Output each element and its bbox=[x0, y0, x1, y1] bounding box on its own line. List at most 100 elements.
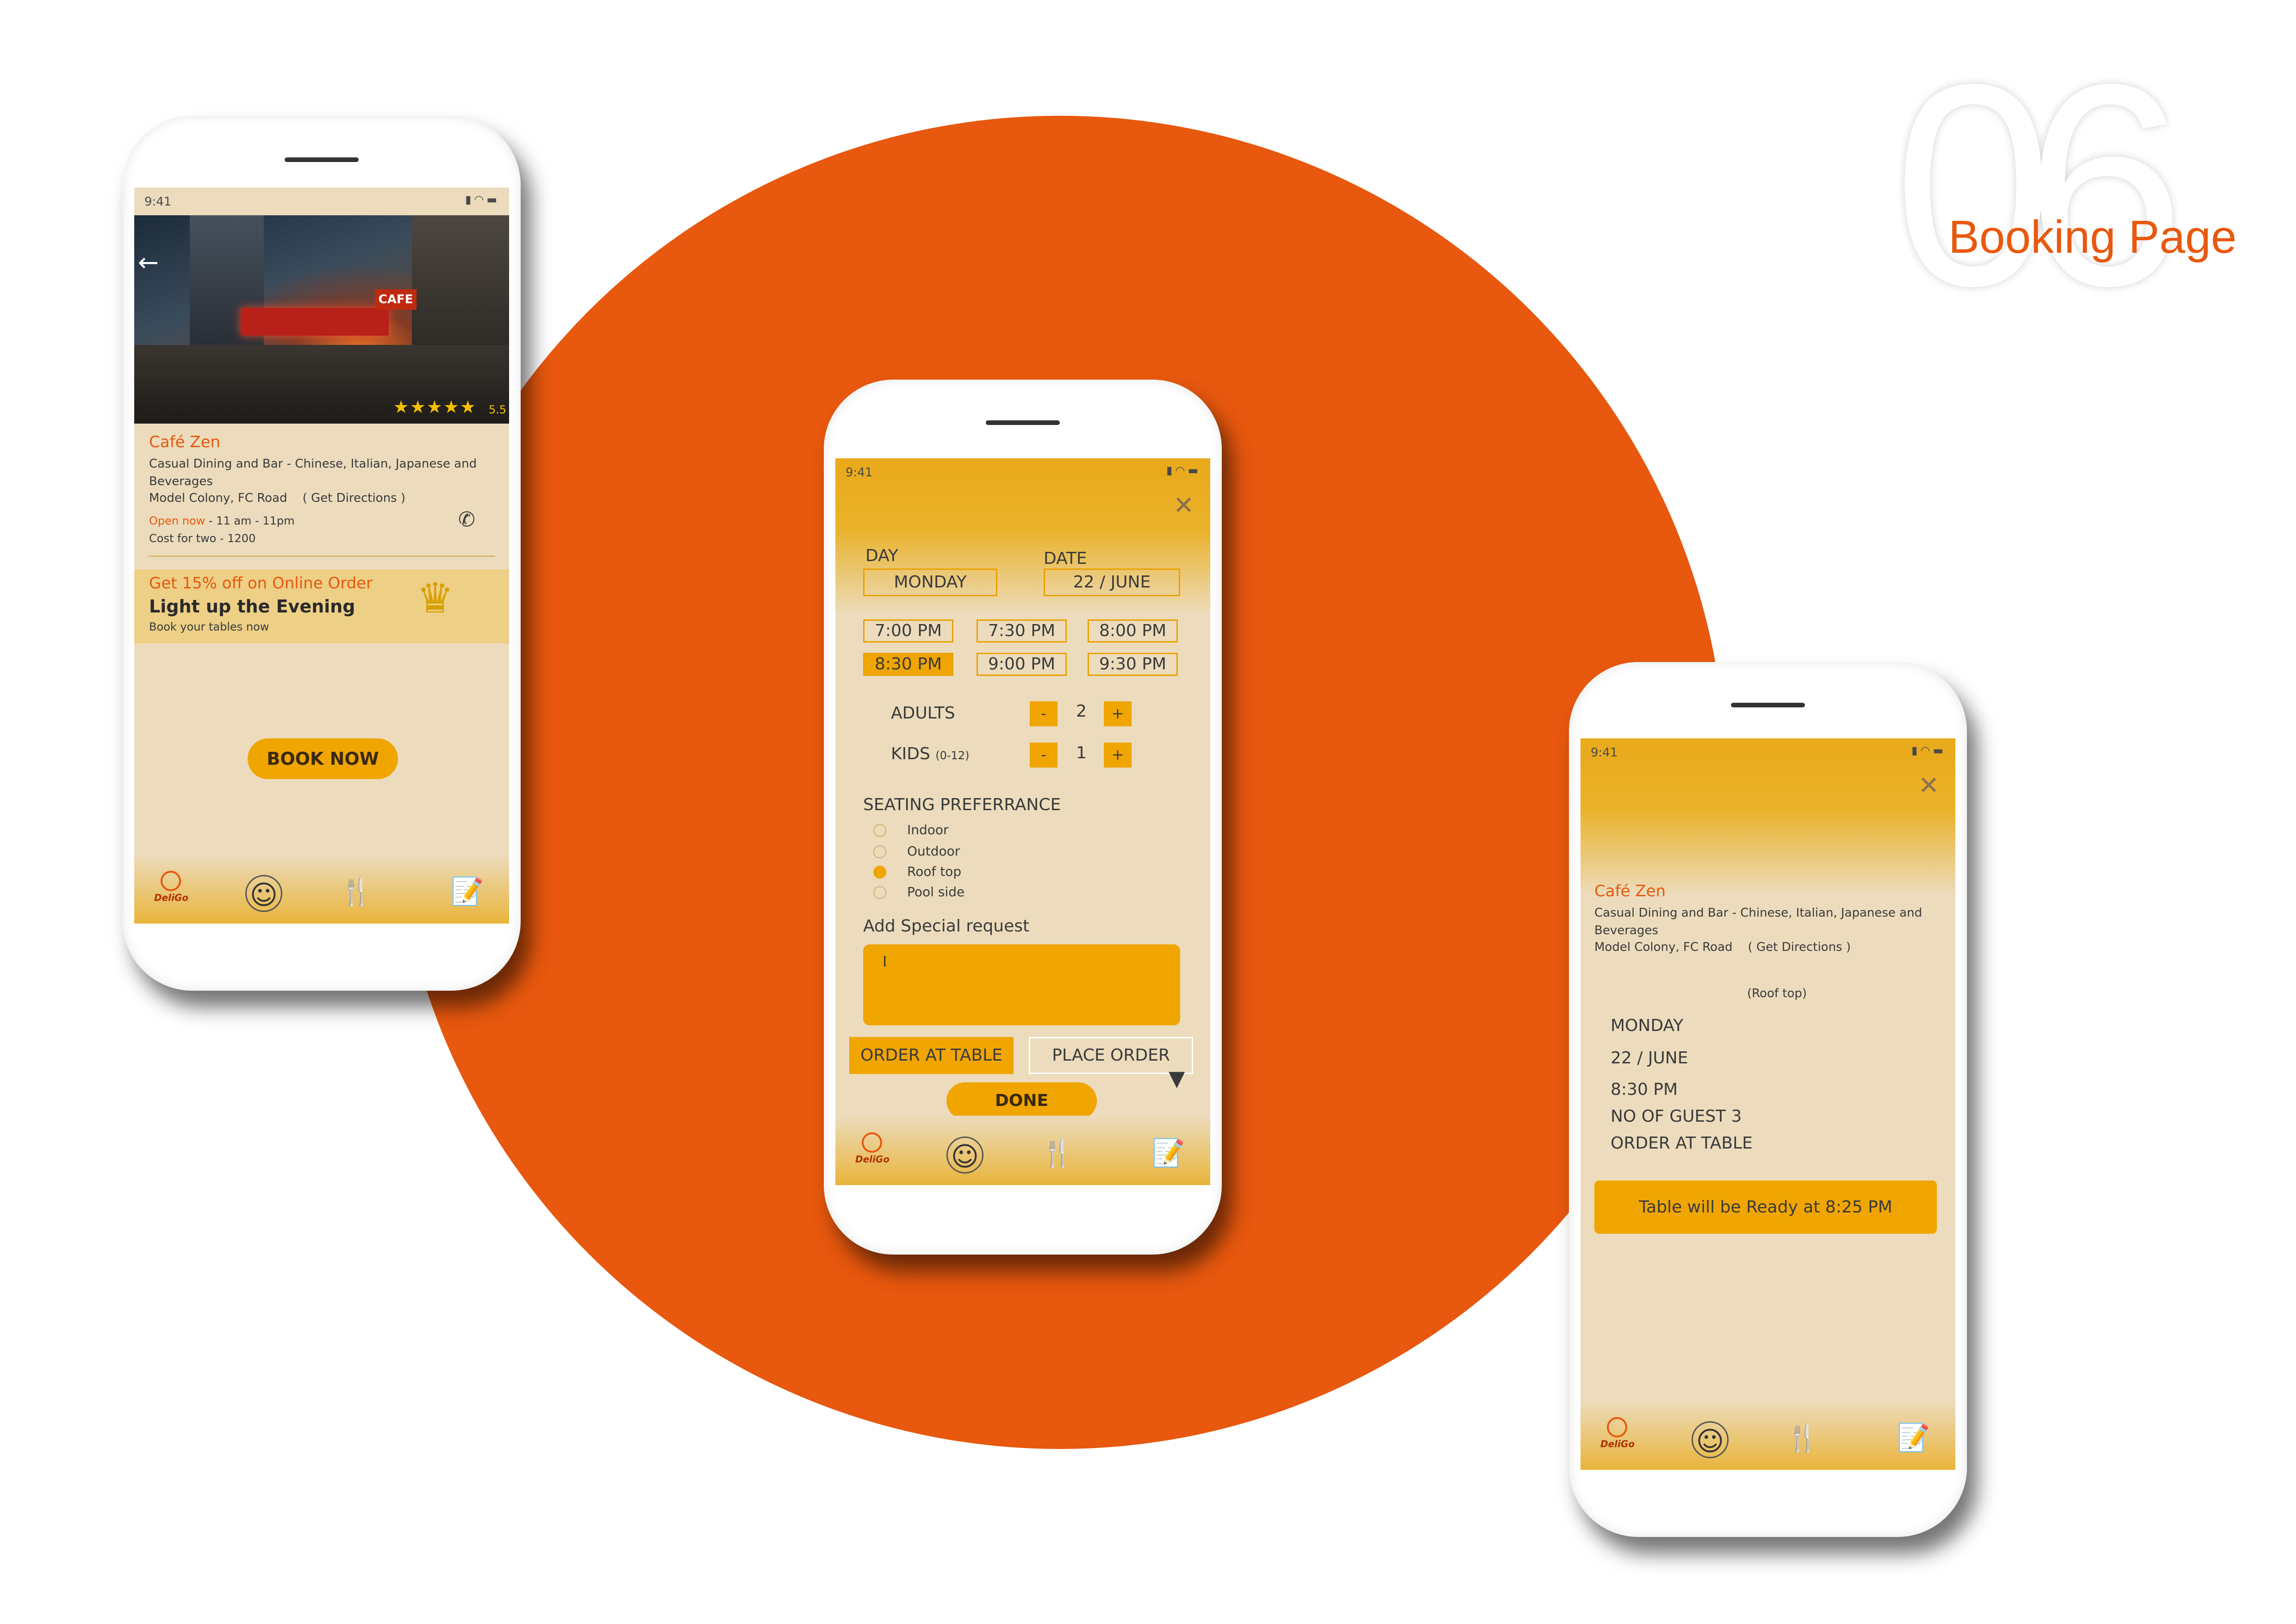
indoor-label: Indoor bbox=[907, 822, 949, 837]
wifi-icon: ◠ bbox=[1920, 744, 1933, 757]
status-icons: ▮◠▬ bbox=[1166, 464, 1201, 477]
section-number: 06 bbox=[1893, 25, 2185, 345]
guest-count: NO OF GUEST 3 bbox=[1611, 1107, 1742, 1126]
logo-text: DeliGo bbox=[1600, 1438, 1635, 1449]
time-slot[interactable]: 7:00 PM bbox=[863, 619, 953, 643]
close-icon[interactable]: ✕ bbox=[1918, 771, 1939, 800]
dropdown-caret-icon[interactable]: ▼ bbox=[1169, 1066, 1185, 1091]
wifi-icon: ◠ bbox=[1175, 464, 1188, 477]
restaurant-name: Café Zen bbox=[149, 433, 221, 451]
special-request-text: I bbox=[883, 953, 887, 970]
home-logo-icon[interactable]: DeliGo bbox=[852, 1132, 893, 1174]
profile-icon[interactable]: ☺ bbox=[245, 875, 282, 912]
cost-for-two: Cost for two - 1200 bbox=[149, 532, 256, 545]
time-slot-selected[interactable]: 8:30 PM bbox=[863, 653, 953, 676]
seating-choice: (Roof top) bbox=[1747, 987, 1807, 1000]
promo-banner[interactable]: Get 15% off on Online Order Light up the… bbox=[134, 569, 509, 643]
kids-plus-button[interactable]: + bbox=[1104, 743, 1132, 768]
status-bar: 9:41 ▮◠▬ bbox=[835, 458, 1210, 486]
battery-icon: ▬ bbox=[1933, 744, 1946, 757]
outdoor-label: Outdoor bbox=[907, 843, 960, 859]
promo-headline: Light up the Evening bbox=[149, 596, 355, 617]
kids-count: 1 bbox=[1076, 743, 1087, 762]
promo-subtext: Book your tables now bbox=[149, 620, 269, 633]
battery-icon: ▬ bbox=[486, 193, 500, 206]
orders-icon[interactable]: 📝 bbox=[1895, 1419, 1932, 1456]
logo-ring bbox=[161, 871, 181, 891]
special-request-input[interactable]: I bbox=[863, 944, 1180, 1025]
bottom-nav: DeliGo ☺ 🍴 📝 bbox=[134, 854, 509, 924]
time-slot[interactable]: 9:30 PM bbox=[1088, 653, 1178, 676]
time-slot[interactable]: 7:30 PM bbox=[977, 619, 1067, 643]
orders-icon[interactable]: 📝 bbox=[449, 873, 486, 910]
battery-icon: ▬ bbox=[1188, 464, 1201, 477]
day-select[interactable]: MONDAY bbox=[863, 568, 997, 596]
roof-top-radio[interactable] bbox=[873, 866, 886, 879]
status-icons: ▮◠▬ bbox=[1911, 744, 1946, 757]
profile-icon[interactable]: ☺ bbox=[1692, 1421, 1729, 1458]
kids-minus-button[interactable]: - bbox=[1030, 743, 1058, 768]
adults-count: 2 bbox=[1076, 702, 1087, 721]
restaurant-details-screen: 9:41 ▮◠▬ CAFE ← ★★★★★ 5.5 Café Zen Casua… bbox=[134, 187, 509, 924]
open-now-status: Open now bbox=[149, 514, 205, 527]
table-ready-banner: Table will be Ready at 8:25 PM bbox=[1594, 1181, 1937, 1234]
booking-confirmation-screen: 9:41 ▮◠▬ ✕ Café Zen Casual Dining and Ba… bbox=[1580, 738, 1955, 1470]
hours-text: - 11 am - 11pm bbox=[205, 514, 295, 527]
kids-label-text: KIDS bbox=[891, 744, 930, 763]
order-at-table-button[interactable]: ORDER AT TABLE bbox=[849, 1037, 1014, 1074]
phone-speaker bbox=[1731, 703, 1805, 707]
special-request-label: Add Special request bbox=[863, 917, 1030, 936]
address-text: Model Colony, FC Road bbox=[1594, 940, 1733, 954]
kids-label: KIDS (0-12) bbox=[891, 744, 969, 763]
signal-icon: ▮ bbox=[1911, 744, 1921, 757]
promo-offer: Get 15% off on Online Order bbox=[149, 574, 373, 593]
home-logo-icon[interactable]: DeliGo bbox=[150, 871, 192, 912]
back-arrow-icon[interactable]: ← bbox=[138, 248, 159, 277]
restaurant-description: Casual Dining and Bar - Chinese, Italian… bbox=[1594, 906, 1923, 937]
crown-icon: ♛ bbox=[417, 574, 454, 623]
time-slot[interactable]: 9:00 PM bbox=[977, 653, 1067, 676]
left-phone: 9:41 ▮◠▬ CAFE ← ★★★★★ 5.5 Café Zen Casua… bbox=[123, 116, 521, 991]
wifi-icon: ◠ bbox=[474, 193, 487, 206]
orders-icon[interactable]: 📝 bbox=[1150, 1134, 1187, 1171]
get-directions-link[interactable]: ( Get Directions ) bbox=[303, 491, 405, 505]
done-button[interactable]: DONE bbox=[946, 1082, 1097, 1119]
adults-minus-button[interactable]: - bbox=[1030, 701, 1058, 726]
kids-age-range: (0-12) bbox=[935, 749, 970, 762]
status-time: 9:41 bbox=[846, 466, 873, 480]
close-icon[interactable]: ✕ bbox=[1173, 491, 1194, 520]
phone-call-icon[interactable]: ✆ bbox=[458, 508, 475, 531]
restaurant-icon[interactable]: 🍴 bbox=[1784, 1419, 1821, 1456]
order-type: ORDER AT TABLE bbox=[1611, 1134, 1753, 1153]
logo-text: DeliGo bbox=[855, 1154, 890, 1165]
photo-awning bbox=[241, 308, 389, 336]
date-select[interactable]: 22 / JUNE bbox=[1044, 568, 1180, 596]
restaurant-icon[interactable]: 🍴 bbox=[1039, 1134, 1076, 1171]
restaurant-name: Café Zen bbox=[1594, 882, 1666, 900]
cafe-sign: CAFE bbox=[375, 289, 417, 310]
rating-stars: ★★★★★ bbox=[393, 397, 477, 417]
booking-time: 8:30 PM bbox=[1611, 1080, 1678, 1099]
opening-hours: Open now - 11 am - 11pm bbox=[149, 514, 295, 527]
restaurant-address: Model Colony, FC Road ( Get Directions ) bbox=[149, 491, 405, 505]
logo-text: DeliGo bbox=[154, 892, 189, 903]
time-slot[interactable]: 8:00 PM bbox=[1088, 619, 1178, 643]
pool-side-radio[interactable] bbox=[873, 886, 886, 899]
date-label: DATE bbox=[1044, 549, 1087, 568]
get-directions-link[interactable]: ( Get Directions ) bbox=[1748, 940, 1851, 954]
phone-speaker bbox=[285, 157, 359, 162]
profile-icon[interactable]: ☺ bbox=[946, 1137, 983, 1174]
day-label: DAY bbox=[865, 546, 898, 565]
right-phone: 9:41 ▮◠▬ ✕ Café Zen Casual Dining and Ba… bbox=[1569, 662, 1967, 1537]
book-now-button[interactable]: BOOK NOW bbox=[248, 738, 398, 779]
signal-icon: ▮ bbox=[465, 193, 474, 206]
seating-title: SEATING PREFERRANCE bbox=[863, 795, 1061, 814]
logo-ring bbox=[862, 1132, 882, 1153]
outdoor-radio[interactable] bbox=[873, 845, 886, 858]
indoor-radio[interactable] bbox=[873, 824, 886, 837]
restaurant-icon[interactable]: 🍴 bbox=[338, 873, 375, 910]
adults-plus-button[interactable]: + bbox=[1104, 701, 1132, 726]
home-logo-icon[interactable]: DeliGo bbox=[1597, 1417, 1638, 1459]
divider bbox=[148, 556, 495, 557]
signal-icon: ▮ bbox=[1166, 464, 1176, 477]
